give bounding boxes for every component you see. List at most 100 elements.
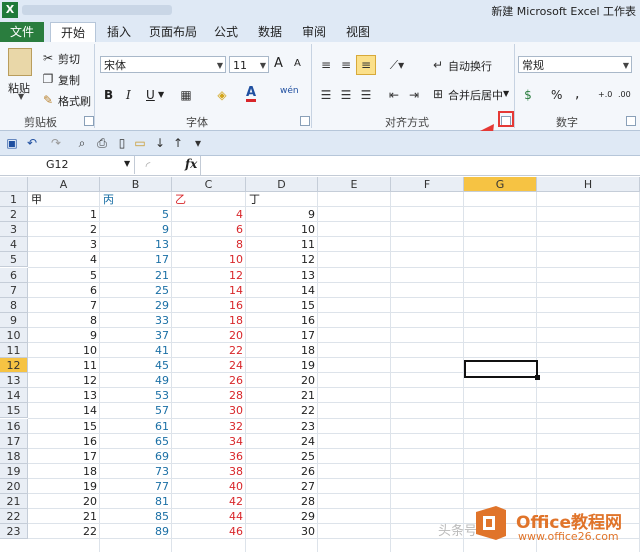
- cell-B2[interactable]: 5: [100, 207, 172, 222]
- row-header-18[interactable]: 18: [0, 448, 28, 464]
- row-header-8[interactable]: 8: [0, 297, 28, 313]
- tab-file[interactable]: 文件: [0, 22, 44, 42]
- cell-B5[interactable]: 17: [100, 252, 172, 267]
- cell-C9[interactable]: 18: [172, 313, 246, 328]
- tab-formulas[interactable]: 公式: [212, 22, 240, 42]
- align-center-icon[interactable]: ☰: [338, 88, 354, 102]
- cell-D2[interactable]: 9: [246, 207, 318, 222]
- row-header-6[interactable]: 6: [0, 267, 28, 283]
- cell-B3[interactable]: 9: [100, 222, 172, 237]
- cell-A19[interactable]: 18: [28, 464, 100, 479]
- row-header-16[interactable]: 16: [0, 418, 28, 434]
- cell-C22[interactable]: 44: [172, 509, 246, 524]
- cell-A2[interactable]: 1: [28, 207, 100, 222]
- cell-D4[interactable]: 11: [246, 237, 318, 252]
- cell-D15[interactable]: 22: [246, 403, 318, 418]
- cell-A13[interactable]: 12: [28, 373, 100, 388]
- row-header-22[interactable]: 22: [0, 509, 28, 525]
- row-header-20[interactable]: 20: [0, 478, 28, 494]
- cell-C1[interactable]: 乙: [172, 192, 246, 207]
- cell-D21[interactable]: 28: [246, 494, 318, 509]
- row-header-21[interactable]: 21: [0, 494, 28, 509]
- cell-D8[interactable]: 15: [246, 298, 318, 313]
- cell-B22[interactable]: 85: [100, 509, 172, 524]
- cell-B9[interactable]: 33: [100, 313, 172, 328]
- column-header-C[interactable]: C: [172, 177, 246, 192]
- cell-B11[interactable]: 41: [100, 343, 172, 358]
- cell-A10[interactable]: 9: [28, 328, 100, 343]
- cell-B10[interactable]: 37: [100, 328, 172, 343]
- formula-input[interactable]: [206, 159, 636, 173]
- orientation-icon[interactable]: ⟋▾: [386, 58, 408, 72]
- name-box[interactable]: G12: [0, 156, 135, 174]
- cell-C21[interactable]: 42: [172, 494, 246, 509]
- save-icon[interactable]: ▣: [4, 136, 20, 150]
- cell-A18[interactable]: 17: [28, 449, 100, 464]
- cell-A14[interactable]: 13: [28, 388, 100, 403]
- column-header-E[interactable]: E: [318, 177, 391, 192]
- increase-decimal-button[interactable]: +.0: [598, 90, 612, 99]
- sort-desc-icon[interactable]: ↑: [170, 136, 186, 150]
- cell-B14[interactable]: 53: [100, 388, 172, 403]
- cell-B16[interactable]: 61: [100, 419, 172, 434]
- paste-dropdown-icon[interactable]: ▼: [18, 92, 24, 101]
- cell-B13[interactable]: 49: [100, 373, 172, 388]
- cell-B6[interactable]: 21: [100, 268, 172, 283]
- column-header-H[interactable]: H: [537, 177, 640, 192]
- comma-button[interactable]: ,: [575, 86, 579, 102]
- shrink-font-button[interactable]: A: [294, 58, 301, 69]
- row-header-14[interactable]: 14: [0, 388, 28, 404]
- name-box-dropdown-icon[interactable]: ▼: [124, 159, 130, 168]
- column-header-B[interactable]: B: [100, 177, 172, 192]
- print-preview-icon[interactable]: ⌕: [74, 136, 90, 150]
- clipboard-dialog-launcher[interactable]: [84, 116, 94, 126]
- cell-D14[interactable]: 21: [246, 388, 318, 403]
- number-dialog-launcher[interactable]: [626, 116, 636, 126]
- customize-qat-icon[interactable]: ▾: [190, 136, 206, 150]
- row-header-4[interactable]: 4: [0, 237, 28, 253]
- align-right-icon[interactable]: ☰: [358, 88, 374, 102]
- cell-C19[interactable]: 38: [172, 464, 246, 479]
- align-left-icon[interactable]: ☰: [318, 88, 334, 102]
- cell-C13[interactable]: 26: [172, 373, 246, 388]
- row-header-12[interactable]: 12: [0, 358, 28, 374]
- bold-button[interactable]: B: [104, 88, 113, 102]
- print-icon[interactable]: ⎙: [94, 136, 110, 150]
- cell-D19[interactable]: 26: [246, 464, 318, 479]
- open-folder-icon[interactable]: ▭: [132, 136, 148, 150]
- cell-D7[interactable]: 14: [246, 283, 318, 298]
- cell-A7[interactable]: 6: [28, 283, 100, 298]
- column-header-D[interactable]: D: [246, 177, 318, 192]
- insert-function-button[interactable]: fx: [185, 157, 197, 171]
- copy-button[interactable]: 复制: [58, 72, 80, 88]
- row-header-10[interactable]: 10: [0, 327, 28, 343]
- cell-D12[interactable]: 19: [246, 358, 318, 373]
- align-bottom-icon[interactable]: ≡: [356, 55, 376, 75]
- tab-view[interactable]: 视图: [344, 22, 372, 42]
- cell-A4[interactable]: 3: [28, 237, 100, 252]
- tab-insert[interactable]: 插入: [103, 22, 135, 42]
- cell-D6[interactable]: 13: [246, 268, 318, 283]
- cell-B17[interactable]: 65: [100, 434, 172, 449]
- cell-B4[interactable]: 13: [100, 237, 172, 252]
- cell-A22[interactable]: 21: [28, 509, 100, 524]
- selected-cell-border[interactable]: [464, 360, 538, 378]
- cell-B7[interactable]: 25: [100, 283, 172, 298]
- cell-C23[interactable]: 46: [172, 524, 246, 539]
- cell-B8[interactable]: 29: [100, 298, 172, 313]
- cell-B1[interactable]: 丙: [100, 192, 172, 207]
- select-all-corner[interactable]: [0, 177, 28, 192]
- cell-B23[interactable]: 89: [100, 524, 172, 539]
- cell-B18[interactable]: 69: [100, 449, 172, 464]
- cut-button[interactable]: 剪切: [58, 51, 80, 67]
- tab-review[interactable]: 审阅: [300, 22, 328, 42]
- row-header-3[interactable]: 3: [0, 222, 28, 238]
- cell-A6[interactable]: 5: [28, 268, 100, 283]
- column-header-A[interactable]: A: [28, 177, 100, 192]
- italic-button[interactable]: I: [126, 88, 131, 102]
- cell-A17[interactable]: 16: [28, 434, 100, 449]
- cell-D20[interactable]: 27: [246, 479, 318, 494]
- cell-C15[interactable]: 30: [172, 403, 246, 418]
- row-header-19[interactable]: 19: [0, 463, 28, 479]
- cell-B19[interactable]: 73: [100, 464, 172, 479]
